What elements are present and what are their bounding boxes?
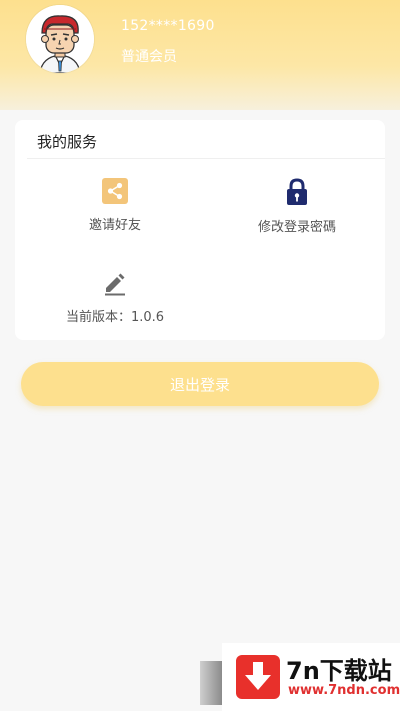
avatar-illustration-icon — [26, 5, 94, 73]
invite-friends-label: 邀请好友 — [88, 218, 141, 233]
profile-page: 152****1690 普通会员 我的服务 邀请好友 修改登录密碼 当前版本：1… — [0, 0, 400, 711]
site-watermark: 7n下载站 www.7ndn.com — [200, 643, 400, 711]
current-version-item: 当前版本：1.0.6 — [35, 270, 195, 325]
change-password-label: 修改登录密碼 — [257, 220, 336, 235]
divider — [27, 158, 385, 159]
partial-icon — [200, 661, 222, 705]
services-title: 我的服务 — [37, 133, 98, 151]
profile-header: 152****1690 普通会员 — [0, 0, 400, 110]
phone-number: 152****1690 — [121, 18, 215, 34]
share-icon — [102, 178, 128, 204]
current-version-label: 当前版本：1.0.6 — [65, 310, 165, 325]
avatar[interactable] — [26, 5, 94, 73]
member-level: 普通会员 — [121, 49, 177, 65]
change-password-button[interactable]: 修改登录密碼 — [217, 178, 377, 235]
watermark-url: www.7ndn.com — [288, 683, 400, 698]
watermark-title: 7n下载站 — [286, 657, 392, 685]
edit-icon — [105, 273, 125, 296]
lock-icon — [287, 178, 307, 205]
download-arrow-icon — [236, 655, 280, 699]
logout-button[interactable]: 退出登录 — [21, 362, 379, 406]
services-card: 我的服务 邀请好友 修改登录密碼 当前版本：1.0.6 — [15, 120, 385, 340]
invite-friends-button[interactable]: 邀请好友 — [35, 178, 195, 233]
